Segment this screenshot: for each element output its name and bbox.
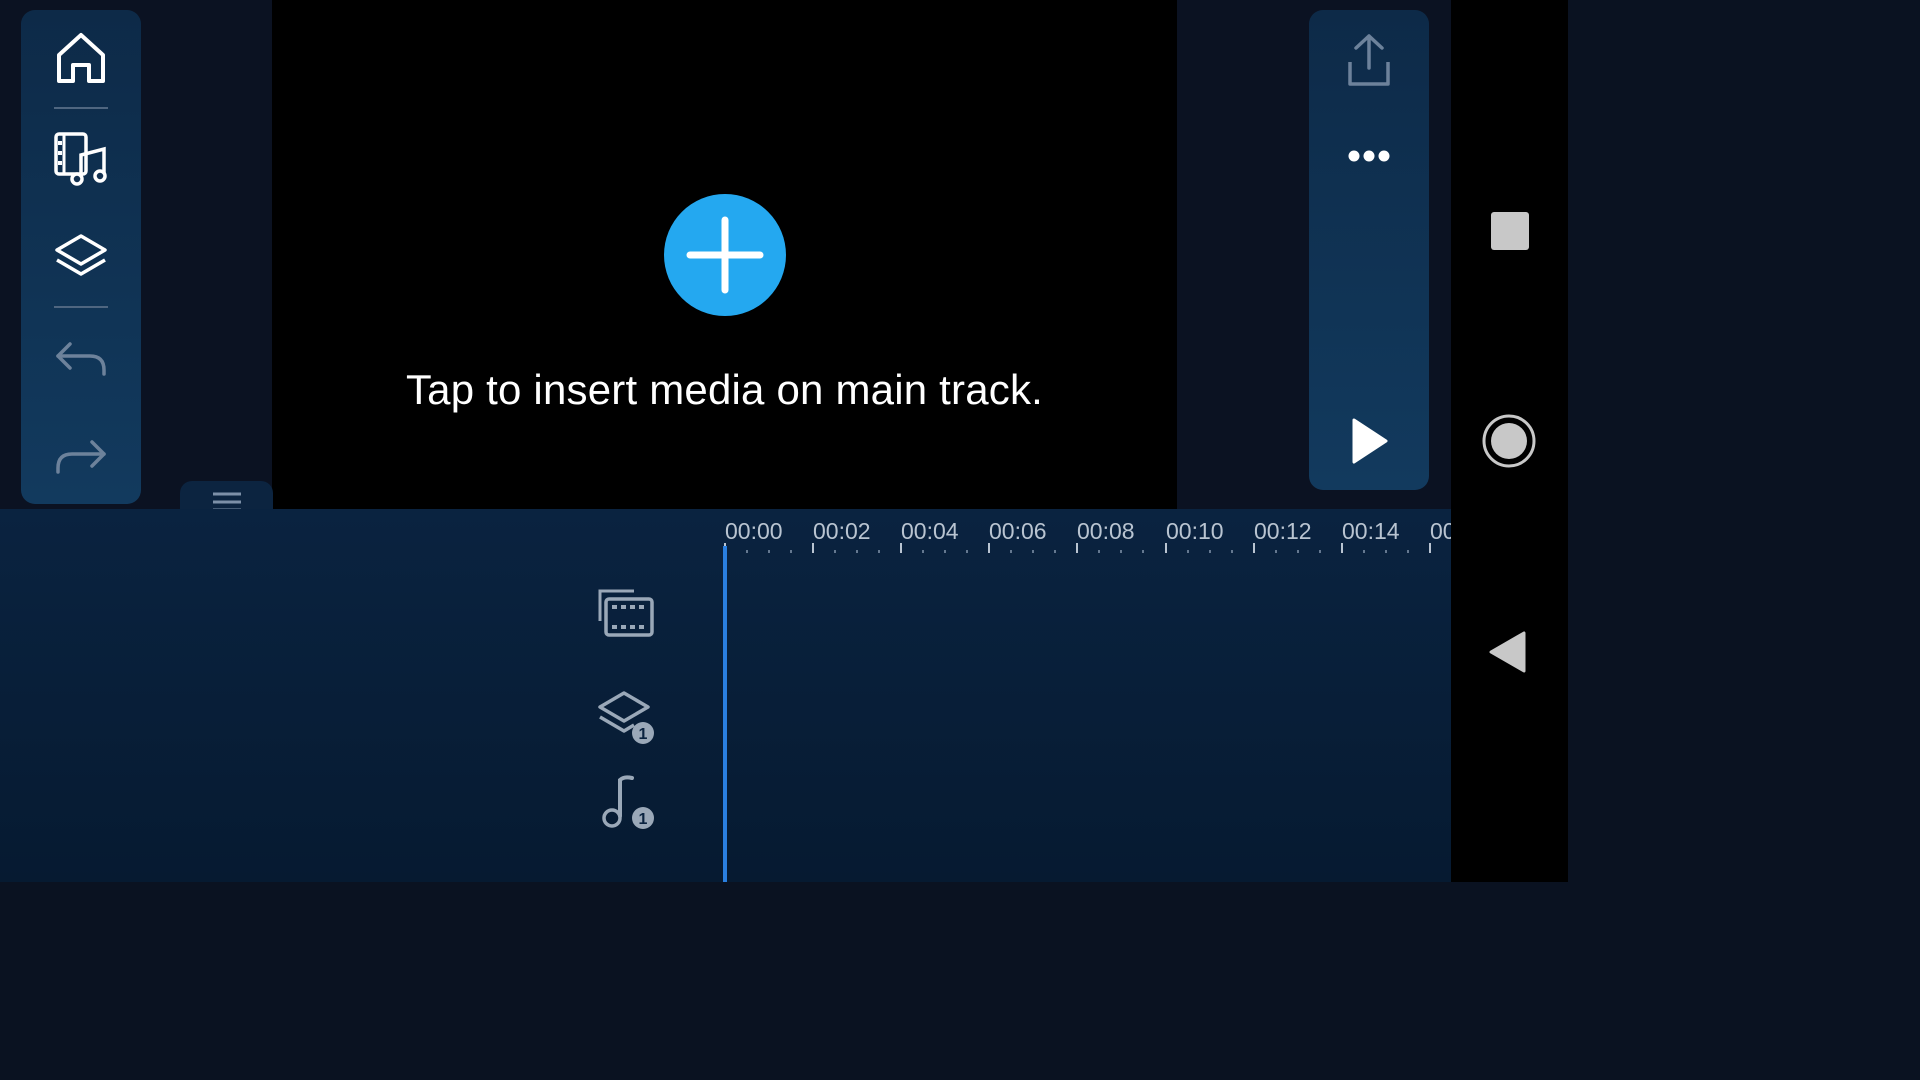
ruler-tick-label: 00:00 — [725, 518, 783, 544]
plus-icon — [686, 216, 764, 294]
playhead[interactable] — [723, 546, 727, 882]
insert-media-hint: Tap to insert media on main track. — [405, 366, 1044, 413]
home-icon — [57, 33, 105, 83]
ruler-tick-label: 00:04 — [901, 518, 959, 544]
layers-icon — [55, 234, 107, 276]
ruler-tick-label: 00:10 — [1166, 518, 1224, 544]
ruler-tick-label: 00:14 — [1342, 518, 1400, 544]
redo-icon — [56, 440, 106, 474]
media-music-icon — [54, 132, 107, 186]
system-back-button[interactable] — [1488, 631, 1528, 678]
layer-track-button[interactable]: 1 — [594, 687, 660, 753]
undo-button[interactable] — [21, 318, 141, 398]
audio-track-button[interactable]: 1 — [594, 772, 660, 838]
ruler-tick-label: 00:12 — [1254, 518, 1312, 544]
toolbar-divider — [54, 306, 108, 308]
left-toolbar — [21, 10, 141, 504]
video-track-button[interactable] — [594, 585, 660, 651]
video-track-icon — [598, 589, 654, 637]
right-toolbar — [1309, 10, 1429, 490]
audio-track-icon: 1 — [602, 775, 654, 829]
ruler-tick-label: 00:02 — [813, 518, 871, 544]
toolbar-divider — [54, 107, 108, 109]
audio-count-badge: 1 — [639, 811, 648, 828]
redo-button[interactable] — [21, 416, 141, 496]
more-options-button[interactable] — [1309, 116, 1429, 196]
export-button[interactable] — [1309, 20, 1429, 100]
system-home-button[interactable] — [1482, 414, 1536, 473]
recents-square-icon — [1491, 212, 1529, 250]
play-button[interactable] — [1309, 401, 1429, 481]
layer-count-badge: 1 — [639, 726, 648, 743]
undo-icon — [56, 342, 106, 376]
system-nav-bar — [1451, 0, 1568, 882]
ruler-tick-label: 00:08 — [1077, 518, 1135, 544]
home-circle-icon — [1482, 414, 1536, 468]
share-export-icon — [1348, 34, 1390, 86]
back-triangle-icon — [1489, 631, 1526, 673]
ruler-tick-label: 00 — [1430, 518, 1451, 544]
layers-button[interactable] — [21, 218, 141, 298]
home-button[interactable] — [21, 18, 141, 98]
timeline-panel[interactable]: 00:00 00:02 00:04 00:06 00:08 00:10 00:1… — [0, 509, 1451, 882]
more-dots-icon — [1348, 150, 1390, 162]
media-library-button[interactable] — [21, 119, 141, 199]
layer-track-icon: 1 — [598, 691, 654, 744]
ruler-tick-label: 00:06 — [989, 518, 1047, 544]
add-media-button[interactable] — [664, 194, 786, 316]
play-icon — [1352, 418, 1388, 464]
recents-button[interactable] — [1491, 212, 1529, 255]
